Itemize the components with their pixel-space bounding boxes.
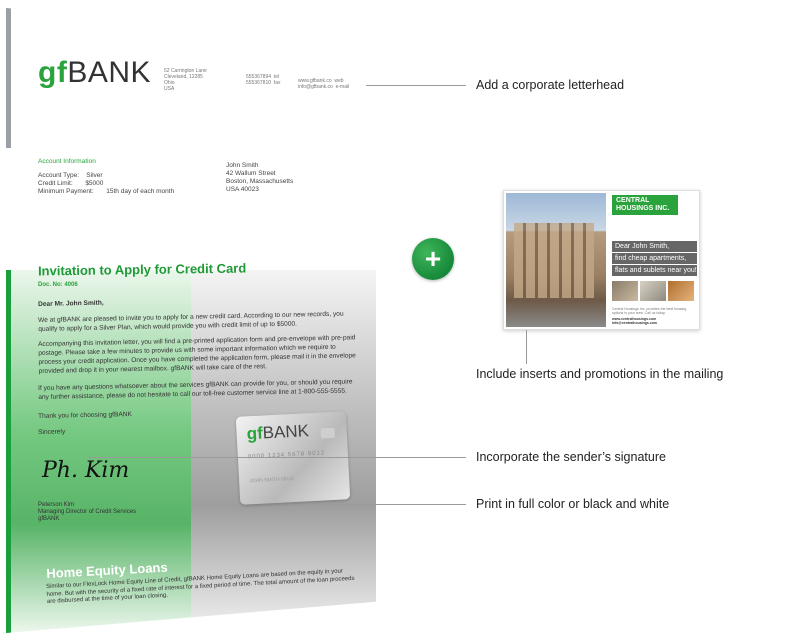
logo-bank: BANK xyxy=(67,56,152,89)
insert-line-3: flats and sublets near you! xyxy=(612,265,697,276)
logo-gf: gf xyxy=(38,56,68,89)
insert-brand: CENTRAL HOUSINGS INC. xyxy=(612,195,678,215)
doc-number: Doc. No: 4006 xyxy=(38,282,78,288)
thumbnail-1 xyxy=(612,281,638,301)
recipient-address: John Smith 42 Wallum Street Boston, Mass… xyxy=(226,162,294,193)
paragraph-2: Accompanying this invitation letter, you… xyxy=(38,334,356,375)
signature: Ph. Kim xyxy=(42,458,130,483)
building-facade xyxy=(514,223,594,298)
invitation-title: Invitation to Apply for Credit Card xyxy=(37,260,247,279)
promo-insert: CENTRAL HOUSINGS INC. Dear John Smith, f… xyxy=(503,190,700,330)
bank-logo: gfBANK xyxy=(38,56,151,90)
insert-fine-print: Central Housings Inc. provides the best … xyxy=(612,307,696,325)
card-logo-gf: gf xyxy=(246,423,264,444)
card-holder: JOHN SMITH 08/15 xyxy=(249,476,294,485)
letterhead-side-bar xyxy=(6,8,11,148)
insert-thumbnails xyxy=(612,281,696,303)
sample-letter: gfBANK 52 Carrington Lane Cleveland, 122… xyxy=(6,8,376,633)
card-logo: gfBANK xyxy=(246,421,309,444)
credit-card-image: gfBANK 0000 1234 5678 9012 JOHN SMITH 08… xyxy=(235,411,351,505)
account-info-title: Account Information xyxy=(38,158,96,165)
insert-fine-print-text: Central Housings Inc. provides the best … xyxy=(612,307,687,315)
account-info: Account Type: Silver Credit Limit: $5000… xyxy=(38,172,175,195)
insert-line-1: Dear John Smith, xyxy=(612,241,697,252)
card-logo-bank: BANK xyxy=(262,421,310,443)
card-number: 0000 1234 5678 9012 xyxy=(247,450,326,461)
callout-line-signature xyxy=(88,457,466,458)
insert-fine-print-bold: www.centralhousings.com info@centralhous… xyxy=(612,317,658,325)
callout-letterhead: Add a corporate letterhead xyxy=(476,78,625,92)
callout-signature: Incorporate the sender’s signature xyxy=(476,450,666,464)
callout-inserts: Include inserts and promotions in the ma… xyxy=(476,367,724,381)
green-edge-bar xyxy=(6,270,11,633)
callout-color: Print in full color or black and white xyxy=(476,497,670,511)
bank-web: www.gfbank.co web info@gfbank.co e-mail xyxy=(298,78,350,90)
bank-phone: 555367894 tel 555367810 fax xyxy=(246,74,281,86)
insert-line-2: find cheap apartments, xyxy=(612,253,697,264)
callout-line-inserts xyxy=(526,330,527,364)
thumbnail-3 xyxy=(668,281,694,301)
building-photo xyxy=(506,193,606,327)
bank-address: 52 Carrington Lane Cleveland, 12285 Ohio… xyxy=(164,68,207,92)
thumbnail-2 xyxy=(640,281,666,301)
callout-line-color xyxy=(312,504,466,505)
plus-icon: + xyxy=(412,238,454,280)
card-chip-icon xyxy=(320,427,335,439)
signer-info: Peterson Kim Managing Director of Credit… xyxy=(38,502,137,522)
callout-line-letterhead xyxy=(366,85,466,86)
